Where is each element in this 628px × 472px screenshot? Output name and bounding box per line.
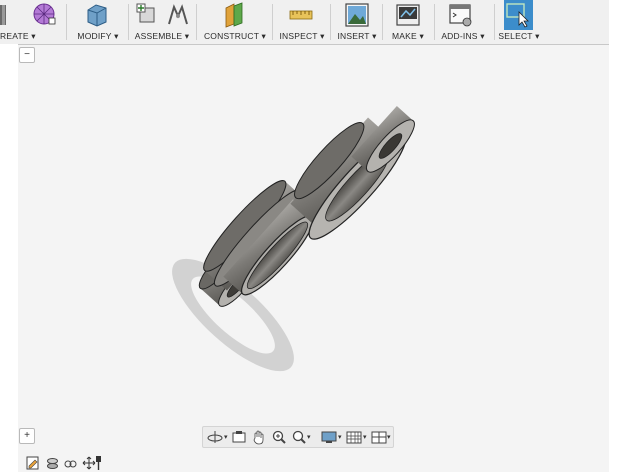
insert-menu[interactable]: INSERT ▾ (334, 0, 380, 44)
insert-image-icon[interactable] (345, 2, 369, 28)
toolbar-separator (272, 4, 273, 40)
assemble-label: ASSEMBLE ▾ (134, 31, 190, 41)
zoom-dropdown-icon[interactable]: ▾ (307, 433, 311, 441)
toolbar-separator (494, 4, 495, 40)
zoom-window-icon[interactable] (291, 429, 307, 445)
assemble-menu[interactable]: ASSEMBLE ▾ (132, 0, 192, 44)
new-component-icon[interactable] (136, 2, 160, 28)
make-label: MAKE ▾ (392, 31, 424, 41)
joint-timeline-icon[interactable] (46, 456, 59, 470)
navigation-bar: ▾ ▾ ▾ ▾ ▾ (202, 426, 394, 448)
construct-label: CONSTRUCT ▾ (203, 31, 267, 41)
orbit-icon[interactable] (207, 429, 223, 445)
toolbar-separator (196, 4, 197, 40)
zoom-icon[interactable] (271, 429, 287, 445)
offset-plane-icon[interactable] (222, 2, 246, 28)
move-icon[interactable] (82, 456, 102, 470)
extrude-icon[interactable] (0, 2, 24, 28)
3d-print-icon[interactable] (396, 2, 420, 28)
scripts-icon[interactable] (449, 2, 473, 28)
left-white-strip (0, 44, 18, 472)
display-settings-icon[interactable] (321, 429, 337, 445)
model-canvas[interactable] (18, 44, 609, 446)
insert-label: INSERT ▾ (337, 31, 377, 41)
add-ins-menu[interactable]: ADD-INS ▾ (436, 0, 490, 44)
add-ins-label: ADD-INS ▾ (441, 31, 485, 41)
create-menu[interactable]: REATE ▾ (0, 0, 58, 44)
toolbar-separator (434, 4, 435, 40)
grid-dropdown-icon[interactable]: ▾ (363, 433, 367, 441)
inspect-label: INSPECT ▾ (279, 31, 325, 41)
toolbar-separator (382, 4, 383, 40)
select-menu[interactable]: SELECT ▾ (496, 0, 542, 44)
comments-expand-button[interactable]: + (19, 428, 35, 444)
inspect-menu[interactable]: INSPECT ▾ (276, 0, 328, 44)
viewports-icon[interactable] (371, 429, 387, 445)
toolbar: REATE ▾ MODIFY ▾ ASSEMBLE ▾ CONSTRUCT ▾ … (0, 0, 609, 45)
select-label: SELECT ▾ (498, 31, 540, 41)
joint-icon[interactable] (166, 2, 190, 28)
toolbar-separator (128, 4, 129, 40)
measure-icon[interactable] (289, 2, 313, 28)
grid-settings-icon[interactable] (346, 429, 362, 445)
viewports-dropdown-icon[interactable]: ▾ (387, 433, 391, 441)
construct-menu[interactable]: CONSTRUCT ▾ (200, 0, 270, 44)
create-label: REATE ▾ (0, 31, 36, 41)
toolbar-separator (330, 4, 331, 40)
display-dropdown-icon[interactable]: ▾ (338, 433, 342, 441)
fusion-app-window: REATE ▾ MODIFY ▾ ASSEMBLE ▾ CONSTRUCT ▾ … (0, 0, 609, 472)
form-icon[interactable] (32, 2, 56, 28)
make-menu[interactable]: MAKE ▾ (386, 0, 430, 44)
press-pull-icon[interactable] (84, 2, 108, 28)
pan-icon[interactable] (251, 429, 267, 445)
modify-menu[interactable]: MODIFY ▾ (72, 0, 124, 44)
modify-label: MODIFY ▾ (77, 31, 119, 41)
link-icon[interactable] (64, 456, 77, 470)
right-white-margin (609, 0, 628, 472)
look-at-icon[interactable] (231, 429, 247, 445)
edit-icon[interactable] (26, 456, 39, 470)
3d-viewport[interactable] (18, 44, 609, 446)
toolbar-separator (66, 4, 67, 40)
select-icon[interactable] (506, 2, 530, 28)
orbit-dropdown-icon[interactable]: ▾ (224, 433, 228, 441)
